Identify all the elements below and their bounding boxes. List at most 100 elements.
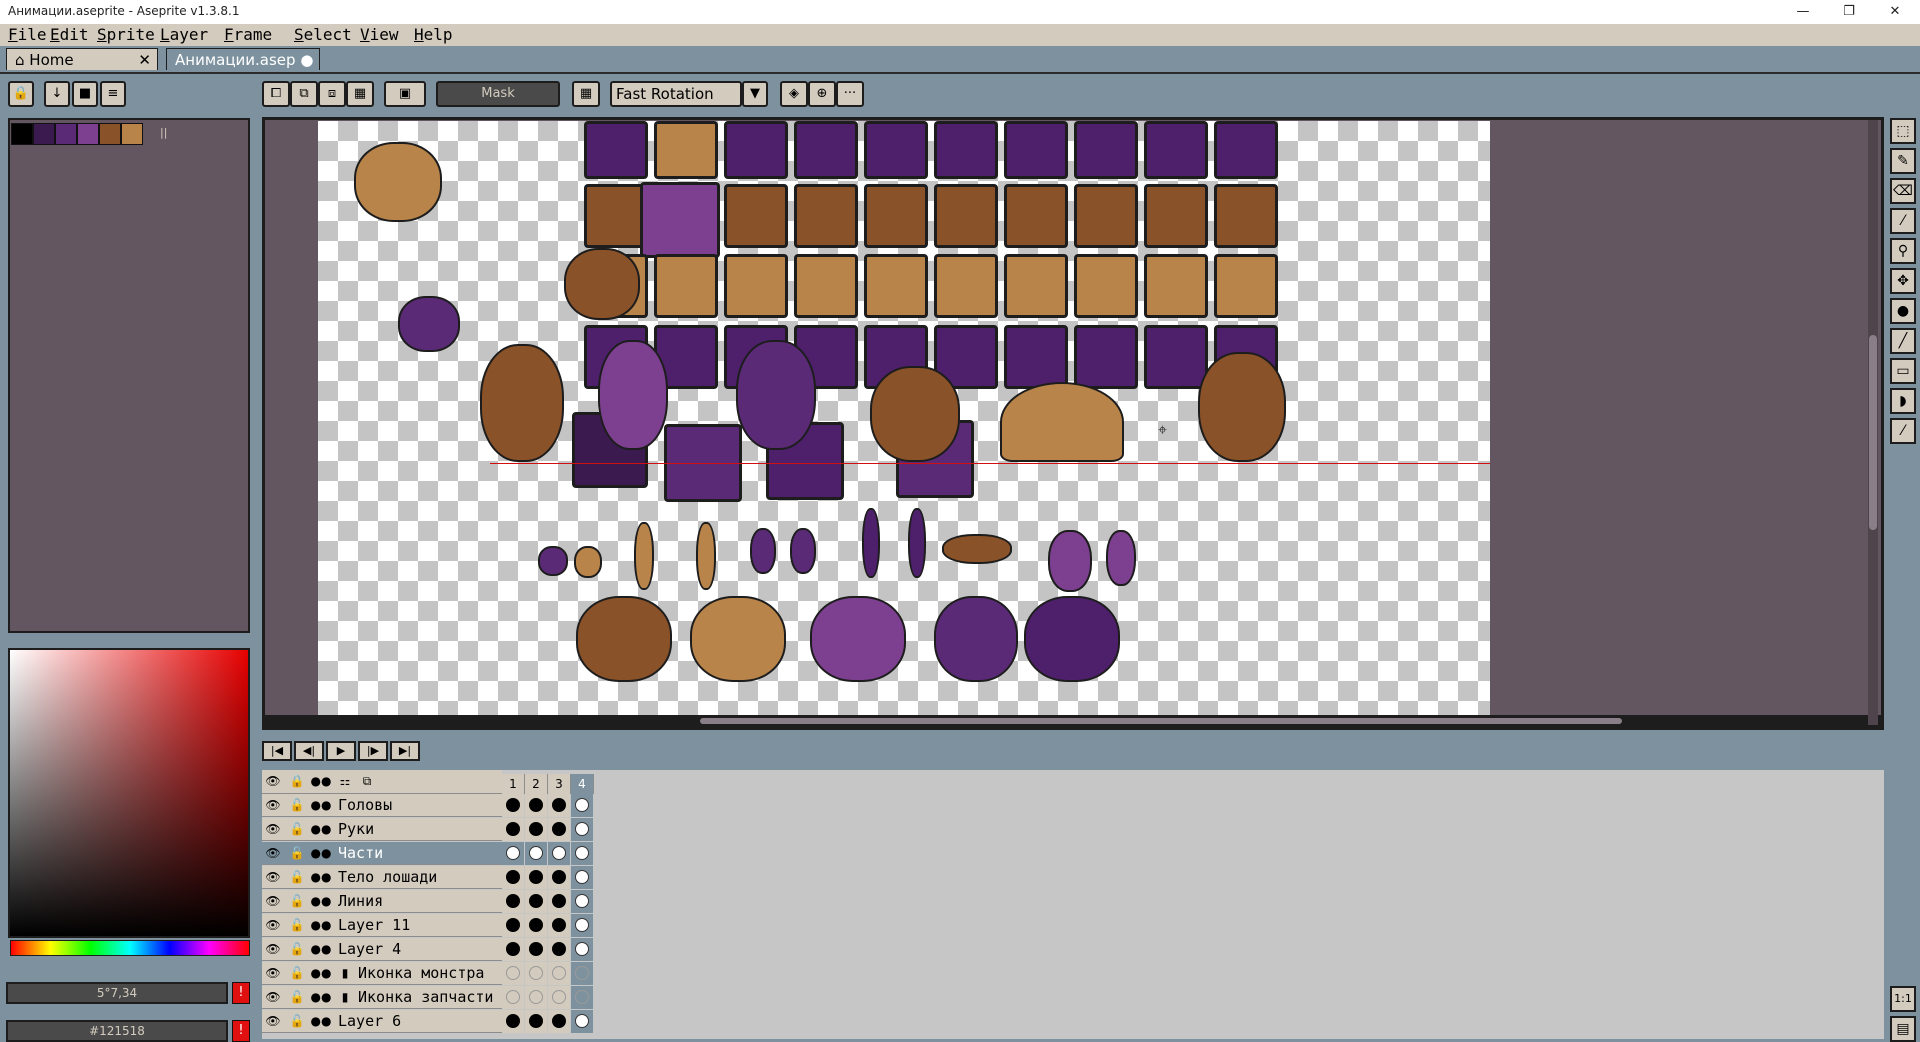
layer-row[interactable]: 👁 🔓 ●● ▮ Иконка запчасти <box>262 986 502 1009</box>
layer-row[interactable]: 👁 🔓 ●● Части <box>262 842 502 865</box>
filmstrip-icon[interactable]: ▤ <box>1890 1016 1916 1042</box>
cel[interactable] <box>502 986 524 1009</box>
cel[interactable] <box>502 914 524 937</box>
first-frame-button[interactable]: |◀ <box>262 741 292 761</box>
warning-icon[interactable]: ! <box>232 982 250 1004</box>
last-frame-button[interactable]: ▶| <box>390 741 420 761</box>
layer-row[interactable]: 👁 🔓 ●● Layer 6 <box>262 1010 502 1033</box>
menu-view[interactable]: View <box>360 24 399 46</box>
cel[interactable] <box>548 962 570 985</box>
selection-replace-icon[interactable]: ⧠ <box>262 81 290 107</box>
mask-button[interactable]: Mask <box>436 81 560 107</box>
color-spectrum[interactable] <box>8 648 250 938</box>
foreground-color-field[interactable]: 5°7,34 <box>6 982 228 1004</box>
cel[interactable] <box>525 1010 547 1033</box>
cel[interactable] <box>548 818 570 841</box>
cel[interactable] <box>525 890 547 913</box>
menu-sprite[interactable]: Sprite <box>97 24 155 46</box>
menu-select[interactable]: Select <box>294 24 352 46</box>
folder-icon[interactable]: ▮ <box>334 986 356 1009</box>
palette-swatch[interactable] <box>77 123 99 145</box>
folder-icon[interactable]: ▮ <box>334 962 356 985</box>
selection-subtract-icon[interactable]: ⧈ <box>318 81 346 107</box>
cel[interactable] <box>525 938 547 961</box>
stop-icon[interactable]: ■ <box>72 81 98 107</box>
cel[interactable] <box>502 818 524 841</box>
selection-intersect-icon[interactable]: ▦ <box>346 81 374 107</box>
lock-icon[interactable]: 🔓 <box>286 962 308 985</box>
selection-add-icon[interactable]: ⧉ <box>290 81 318 107</box>
tab-animations[interactable]: Анимации.asep ● <box>166 48 320 70</box>
layer-name[interactable]: Иконка монстра <box>358 962 484 985</box>
cel[interactable] <box>502 794 524 817</box>
lock-icon[interactable]: 🔓 <box>286 890 308 913</box>
layer-name[interactable]: Layer 4 <box>338 938 401 961</box>
blur-tool-icon[interactable]: ⁄ <box>1890 418 1916 444</box>
eye-icon[interactable]: 👁 <box>262 1010 284 1033</box>
eye-icon[interactable]: 👁 <box>262 794 284 817</box>
cel[interactable] <box>502 890 524 913</box>
menu-file[interactable]: File <box>8 24 47 46</box>
layer-row[interactable]: 👁 🔓 ●● Руки <box>262 818 502 841</box>
cel[interactable] <box>525 866 547 889</box>
continuous-icon[interactable]: ●● <box>310 938 332 961</box>
frame-header-current[interactable]: 4 <box>571 774 594 794</box>
cel[interactable] <box>548 866 570 889</box>
frame-header[interactable]: 2 <box>525 774 548 794</box>
layer-row[interactable]: 👁 🔓 ●● Layer 11 <box>262 914 502 937</box>
palette-swatch[interactable] <box>99 123 121 145</box>
continuous-icon[interactable]: ●● <box>310 770 332 793</box>
frame-header[interactable]: 1 <box>502 774 525 794</box>
cel[interactable] <box>548 842 570 865</box>
continuous-icon[interactable]: ●● <box>310 842 332 865</box>
rotation-algorithm-select[interactable]: Fast Rotation <box>610 81 742 107</box>
lock-icon[interactable]: 🔒 <box>286 770 308 793</box>
tab-close-icon[interactable]: ✕ <box>138 49 151 71</box>
cel[interactable] <box>548 914 570 937</box>
cel[interactable] <box>571 986 593 1009</box>
eye-icon[interactable]: 👁 <box>262 866 284 889</box>
cel[interactable] <box>525 818 547 841</box>
layer-name[interactable]: Layer 6 <box>338 1010 401 1033</box>
eye-icon[interactable]: 👁 <box>262 914 284 937</box>
cel[interactable] <box>502 962 524 985</box>
layer-row[interactable]: 👁 🔓 ●● Тело лошади <box>262 866 502 889</box>
frame-header[interactable]: 3 <box>548 774 571 794</box>
lock-icon[interactable]: 🔓 <box>286 794 308 817</box>
layer-name[interactable]: Головы <box>338 794 392 817</box>
pencil-tool-icon[interactable]: ✎ <box>1890 148 1916 174</box>
layer-row[interactable]: 👁 🔓 ●● Линия <box>262 890 502 913</box>
move-tool-icon[interactable]: ✥ <box>1890 268 1916 294</box>
layer-name[interactable]: Руки <box>338 818 374 841</box>
cel[interactable] <box>571 866 593 889</box>
close-button[interactable]: ✕ <box>1872 0 1918 24</box>
continuous-icon[interactable]: ●● <box>310 986 332 1009</box>
eye-icon[interactable]: 👁 <box>262 986 284 1009</box>
transform-icon[interactable]: ◈ <box>780 81 808 107</box>
continuous-icon[interactable]: ●● <box>310 1010 332 1033</box>
cel[interactable] <box>571 914 593 937</box>
layer-name[interactable]: Линия <box>338 890 383 913</box>
lock-icon[interactable]: 🔓 <box>286 986 308 1009</box>
cel[interactable] <box>571 962 593 985</box>
hue-slider[interactable] <box>10 940 250 956</box>
eye-icon[interactable]: 👁 <box>262 842 284 865</box>
layer-name[interactable]: Тело лошади <box>338 866 437 889</box>
eye-icon[interactable]: 👁 <box>262 938 284 961</box>
lock-icon[interactable]: 🔓 <box>286 938 308 961</box>
vertical-scroll-thumb[interactable] <box>1869 335 1877 530</box>
eye-icon[interactable]: 👁 <box>262 890 284 913</box>
lock-icon[interactable]: 🔒 <box>8 81 34 107</box>
cel[interactable] <box>502 938 524 961</box>
cel[interactable] <box>548 938 570 961</box>
marquee-tool-icon[interactable]: ⬚ <box>1890 118 1916 144</box>
cel[interactable] <box>548 890 570 913</box>
cel[interactable] <box>548 794 570 817</box>
continuous-icon[interactable]: ●● <box>310 890 332 913</box>
layer-name[interactable]: Части <box>338 842 383 865</box>
next-frame-button[interactable]: |▶ <box>358 741 388 761</box>
cel[interactable] <box>525 842 547 865</box>
palette-swatch[interactable] <box>11 123 33 145</box>
palette-swatch[interactable] <box>55 123 77 145</box>
continuous-icon[interactable]: ●● <box>310 866 332 889</box>
